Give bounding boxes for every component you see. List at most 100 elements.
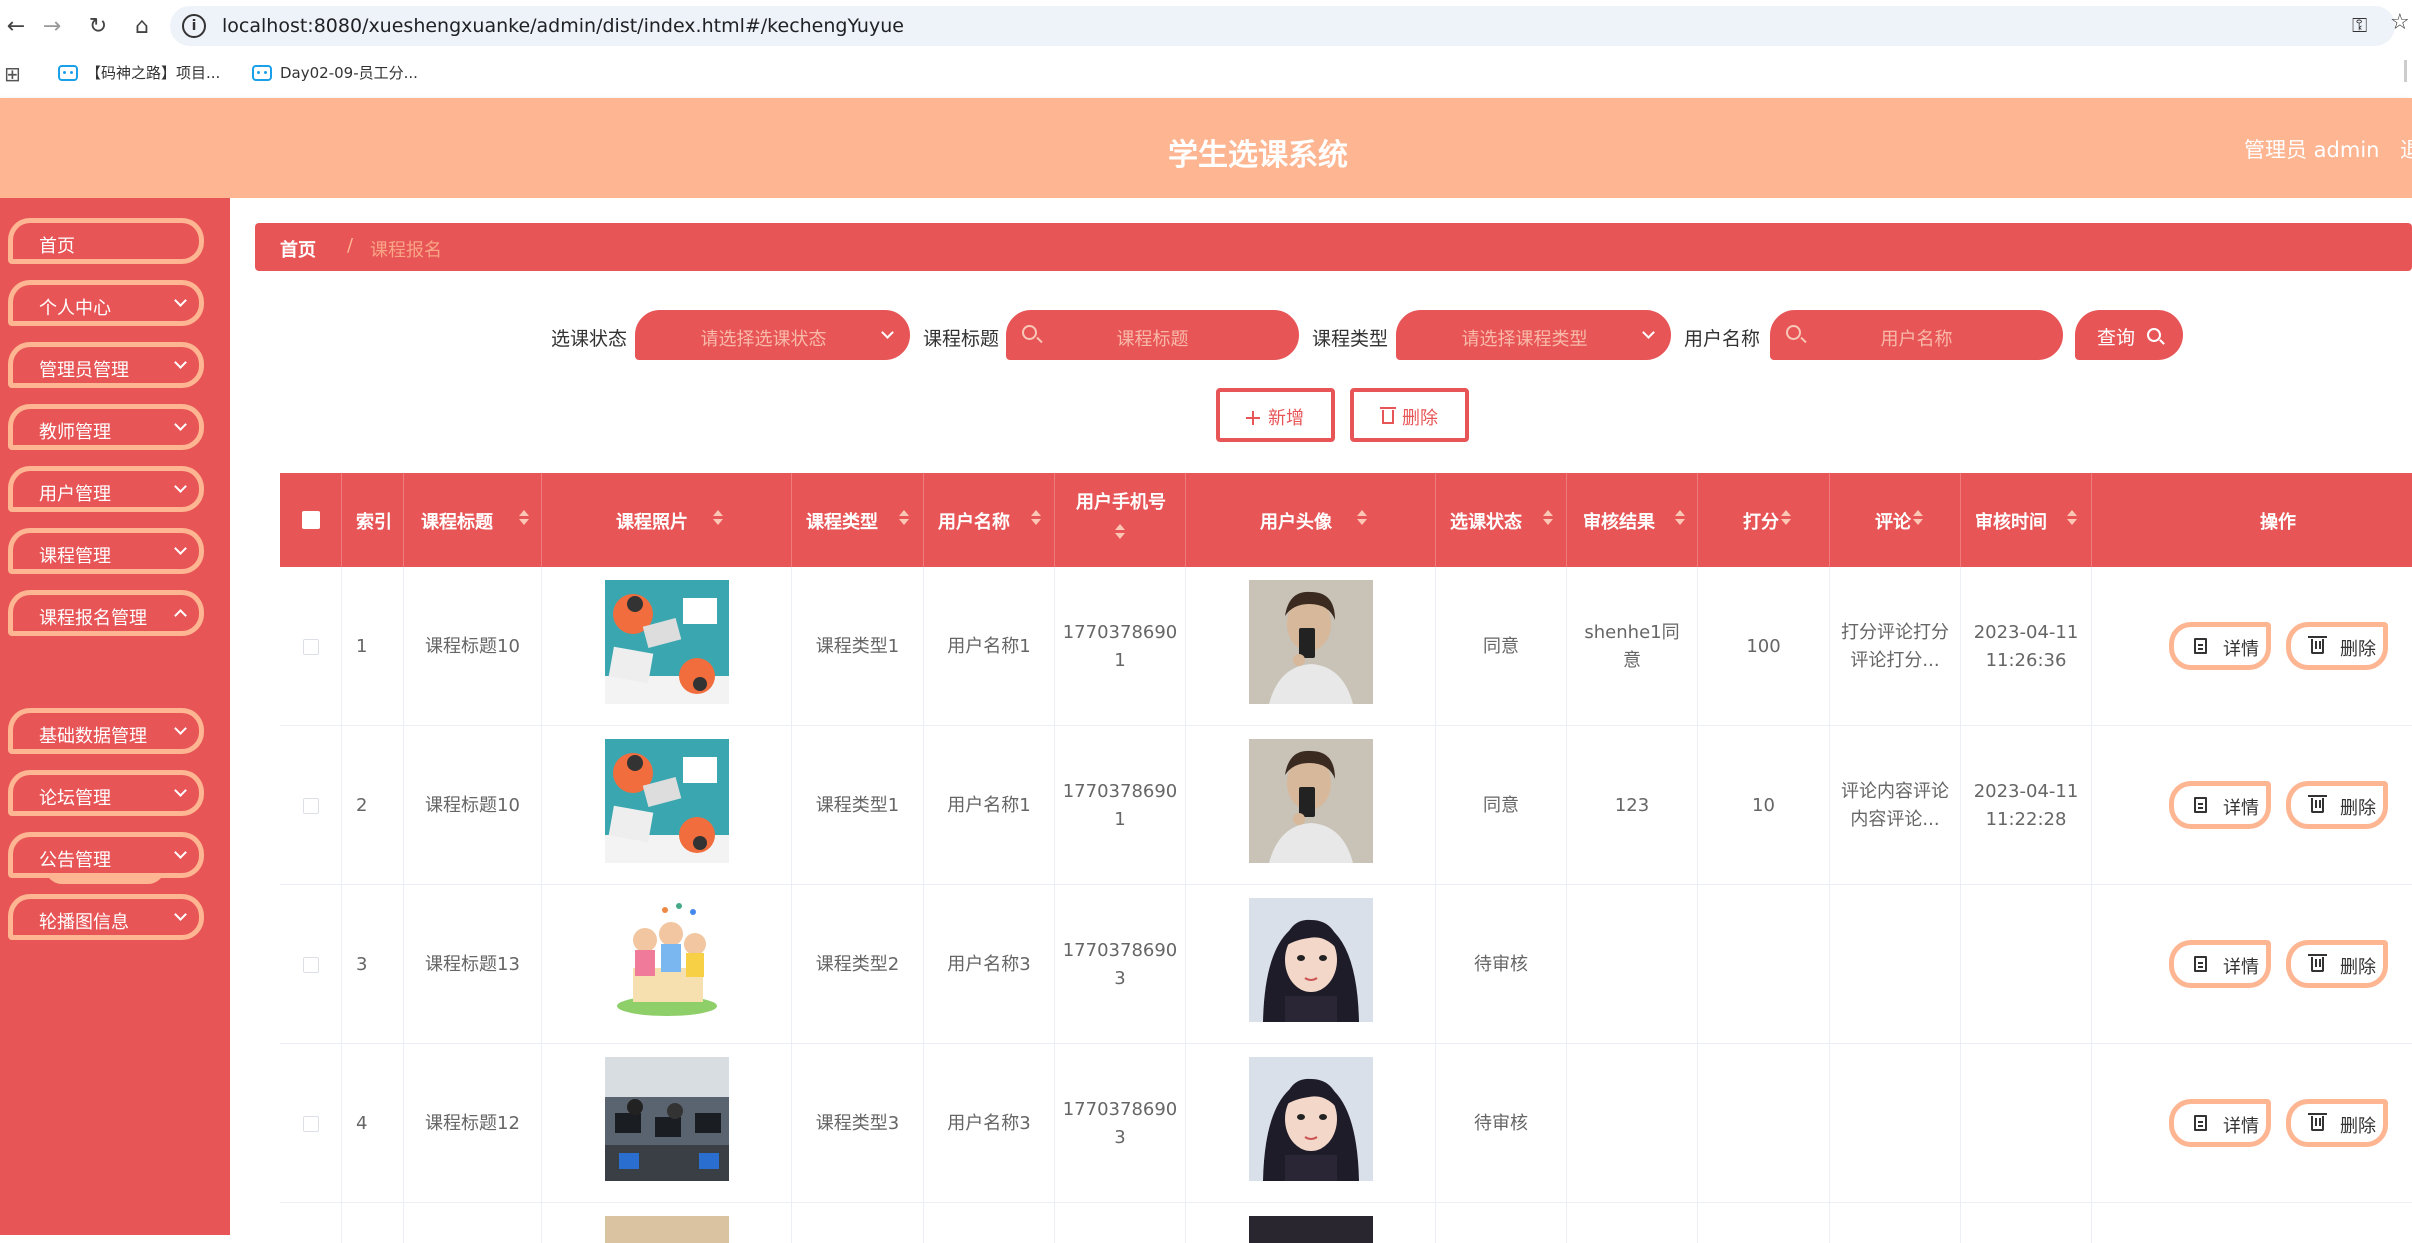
table-row[interactable]: 2 课程标题10 课程类型1 用户名称1 1770378690 1 同意 123… [280,726,2412,885]
score-value: 10 [1752,795,1775,816]
password-key-icon[interactable]: ⚿ [2352,13,2367,37]
sort-asc-icon[interactable] [1543,510,1553,516]
trash-icon [2308,954,2327,972]
delete-button[interactable]: 删除 [2286,781,2388,829]
sidebar-item-notice[interactable]: 公告管理 [8,832,204,878]
bookmark-star-icon[interactable]: ☆ [2390,10,2410,35]
select-all-checkbox[interactable] [302,511,320,529]
col-time[interactable]: 审核时间 [1961,473,2092,567]
sort-asc-icon[interactable] [1675,510,1685,516]
detail-button[interactable]: 详情 [2169,622,2271,670]
user-avatar[interactable] [1249,898,1373,1022]
table-row[interactable] [280,1203,2412,1243]
forward-arrow-icon[interactable]: → [36,10,68,42]
col-user[interactable]: 用户名称 [924,473,1055,567]
sidebar-item-forum[interactable]: 论坛管理 [8,770,204,816]
sort-asc-icon[interactable] [519,510,529,516]
col-avatar[interactable]: 用户头像 [1186,473,1436,567]
home-icon[interactable]: ⌂ [126,10,158,42]
table-row[interactable]: 3 课程标题13 课程类型2 用户名称3 1770378690 3 待审核 详情… [280,885,2412,1044]
course-photo[interactable] [605,580,729,704]
delete-button[interactable]: 删除 [2286,940,2388,988]
sort-desc-icon[interactable] [519,519,529,525]
sort-asc-icon[interactable] [1913,510,1923,516]
user-avatar[interactable] [1249,739,1373,863]
batch-delete-button[interactable]: 删除 [1350,388,1469,442]
table-row[interactable]: 1 课程标题10 课程类型1 用户名称1 1770378690 1 同意 she… [280,567,2412,726]
course-photo[interactable] [605,739,729,863]
sort-desc-icon[interactable] [1675,519,1685,525]
sort-desc-icon[interactable] [1913,519,1923,525]
user-avatar[interactable] [1249,580,1373,704]
sort-desc-icon[interactable] [1115,533,1125,539]
course-photo[interactable] [605,1057,729,1181]
back-arrow-icon[interactable]: ← [0,10,32,42]
table-row[interactable]: 4 课程标题12 课程类型3 用户名称3 1770378690 3 待审核 详情… [280,1044,2412,1203]
sort-asc-icon[interactable] [1357,510,1367,516]
row-checkbox[interactable] [303,798,319,814]
sort-asc-icon[interactable] [1781,510,1791,516]
sort-desc-icon[interactable] [1357,519,1367,525]
sidebar-item-course-mgmt[interactable]: 课程管理 [8,528,204,574]
title-search-input[interactable]: 课程标题 [1006,310,1299,360]
user-avatar[interactable] [1249,1216,1373,1243]
delete-button[interactable]: 删除 [2286,622,2388,670]
user-avatar[interactable] [1249,1057,1373,1181]
sort-desc-icon[interactable] [2067,519,2077,525]
sort-desc-icon[interactable] [1781,519,1791,525]
type-select[interactable]: 请选择课程类型 [1396,310,1671,360]
status-select[interactable]: 请选择选课状态 [635,310,910,360]
col-ops-label: 操作 [2260,512,2296,533]
type-value: 课程类型1 [815,795,900,816]
status-value: 同意 [1483,636,1519,657]
sidebar-item-profile[interactable]: 个人中心 [8,280,204,326]
bookmark-item[interactable]: 【码神之路】项目... [58,62,220,83]
breadcrumb-home[interactable]: 首页 [280,236,316,262]
sort-asc-icon[interactable] [1031,510,1041,516]
sort-desc-icon[interactable] [713,519,723,525]
sidebar-item-enroll-mgmt[interactable]: 课程报名管理 [8,590,204,636]
sidebar-item-teacher-mgmt[interactable]: 教师管理 [8,404,204,450]
row-checkbox[interactable] [303,957,319,973]
sort-asc-icon[interactable] [2067,510,2077,516]
sort-desc-icon[interactable] [1543,519,1553,525]
reload-icon[interactable]: ↻ [82,10,114,42]
site-info-icon[interactable]: i [182,14,206,38]
sort-asc-icon[interactable] [713,510,723,516]
row-checkbox[interactable] [303,1116,319,1132]
sidebar-item-basic-data[interactable]: 基础数据管理 [8,708,204,754]
col-photo[interactable]: 课程照片 [542,473,792,567]
user-search-input[interactable]: 用户名称 [1770,310,2063,360]
sort-desc-icon[interactable] [899,519,909,525]
col-title[interactable]: 课程标题 [404,473,542,567]
course-photo[interactable] [605,898,729,1022]
sort-asc-icon[interactable] [1115,524,1125,530]
sort-desc-icon[interactable] [1031,519,1041,525]
col-comment[interactable]: 评论 [1830,473,1961,567]
query-button[interactable]: 查询 [2075,310,2183,360]
index-value: 4 [356,1113,368,1134]
detail-button[interactable]: 详情 [2169,781,2271,829]
col-status[interactable]: 选课状态 [1436,473,1567,567]
detail-button[interactable]: 详情 [2169,940,2271,988]
row-checkbox[interactable] [303,639,319,655]
delete-button[interactable]: 删除 [2286,1099,2388,1147]
sidebar-item-home[interactable]: 首页 [8,218,204,264]
sort-asc-icon[interactable] [899,510,909,516]
sidebar-item-admin-mgmt[interactable]: 管理员管理 [8,342,204,388]
detail-button[interactable]: 详情 [2169,1099,2271,1147]
sidebar-item-user-mgmt[interactable]: 用户管理 [8,466,204,512]
apps-grid-icon[interactable]: ⊞ [4,62,21,86]
status-value: 待审核 [1474,1113,1528,1134]
type-value: 课程类型1 [815,636,900,657]
col-result[interactable]: 审核结果 [1567,473,1698,567]
sidebar-item-carousel[interactable]: 轮播图信息 [8,894,204,940]
add-button[interactable]: 新增 [1216,388,1335,442]
col-phone[interactable]: 用户手机号 [1055,473,1186,567]
course-photo[interactable] [605,1216,729,1243]
bookmark-item[interactable]: Day02-09-员工分... [252,62,418,83]
url-bar[interactable]: i localhost:8080/xueshengxuanke/admin/di… [170,6,2395,46]
col-type[interactable]: 课程类型 [792,473,924,567]
col-score[interactable]: 打分 [1698,473,1830,567]
logout-link[interactable]: 退 [2400,134,2412,164]
